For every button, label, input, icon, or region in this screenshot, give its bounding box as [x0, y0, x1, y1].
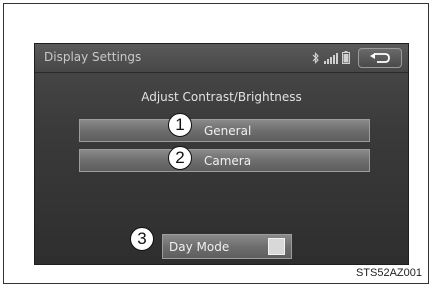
battery-icon — [342, 49, 350, 68]
signal-bars-icon — [324, 49, 338, 68]
figure-id: STS52AZ001 — [355, 267, 422, 279]
section-heading: Adjust Contrast/Brightness — [141, 90, 302, 104]
day-mode-label: Day Mode — [169, 240, 230, 254]
callout-number: 3 — [130, 227, 154, 251]
title-bar: Display Settings — [35, 44, 408, 73]
general-button[interactable]: General — [79, 119, 370, 142]
manual-figure-frame: Display Settings Adjust Contrast/Brightn… — [3, 3, 429, 284]
callout-number: 2 — [168, 146, 192, 170]
bluetooth-icon — [312, 49, 320, 68]
day-mode-toggle[interactable]: Day Mode — [162, 234, 292, 259]
general-button-label: General — [204, 124, 252, 138]
camera-button[interactable]: Camera — [79, 149, 370, 172]
back-arrow-icon — [369, 49, 391, 68]
display-screen: Display Settings Adjust Contrast/Brightn… — [34, 43, 409, 265]
callout-number: 1 — [168, 113, 192, 137]
camera-button-label: Camera — [204, 154, 252, 168]
status-icons — [312, 50, 350, 66]
screen-title: Display Settings — [44, 50, 142, 64]
back-button[interactable] — [358, 48, 402, 68]
day-mode-checkbox[interactable] — [268, 238, 285, 255]
